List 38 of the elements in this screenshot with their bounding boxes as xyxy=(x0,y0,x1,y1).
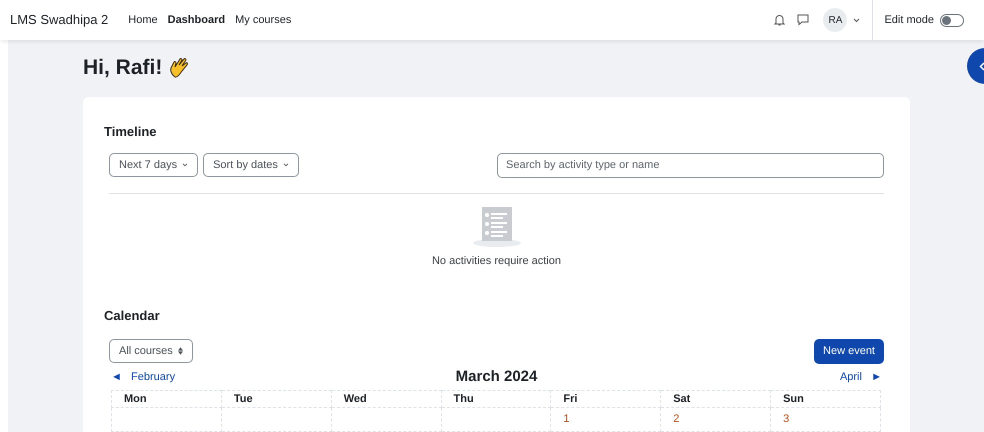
previous-month-link[interactable]: ◄ February xyxy=(111,369,456,386)
day-header: Sat xyxy=(673,392,690,404)
filter-dropdown[interactable]: Sort by dates xyxy=(203,153,299,177)
filter-dropdown[interactable]: Next 7 days xyxy=(109,153,198,177)
edit-mode-toggle[interactable] xyxy=(940,14,964,26)
day-number[interactable]: 3 xyxy=(783,413,790,425)
message-icon[interactable] xyxy=(797,14,810,26)
user-avatar[interactable]: RA xyxy=(823,8,848,32)
new-event-button[interactable]: New event xyxy=(814,338,884,364)
empty-message: No activities require action xyxy=(432,254,561,268)
sort-arrows-icon xyxy=(178,347,183,355)
day-number[interactable]: 2 xyxy=(673,413,680,425)
empty-list-icon xyxy=(472,206,522,246)
nav-link[interactable]: Home xyxy=(128,12,158,28)
day-header: Tue xyxy=(234,392,253,404)
course-filter-select[interactable]: All courses xyxy=(109,339,193,363)
nav-link[interactable]: Dashboard xyxy=(168,12,226,28)
month-title: March 2024 xyxy=(456,367,538,388)
day-header: Fri xyxy=(563,392,578,404)
chevron-down-icon xyxy=(182,163,188,167)
chevron-down-icon xyxy=(282,163,289,167)
next-month-link[interactable]: April ► xyxy=(537,369,882,386)
section-heading: Timeline xyxy=(104,123,158,141)
nav-link[interactable]: My courses xyxy=(235,12,292,28)
search-field[interactable]: Search by activity type or name xyxy=(497,152,884,178)
day-header: Sun xyxy=(783,392,804,404)
chevron-left-icon xyxy=(979,62,984,70)
section-heading: Calendar xyxy=(104,307,161,325)
day-number[interactable]: 1 xyxy=(563,413,570,425)
day-header: Mon xyxy=(124,392,147,404)
chevron-down-icon[interactable] xyxy=(853,18,860,22)
notification-bell-icon[interactable] xyxy=(774,14,786,26)
edit-mode-label: Edit mode xyxy=(884,12,934,28)
day-header: Wed xyxy=(344,392,367,404)
day-header: Thu xyxy=(454,392,474,404)
site-name[interactable]: LMS Swadhipa 2 xyxy=(10,10,108,30)
greeting-heading: Hi, Rafi! xyxy=(83,55,162,82)
search-input[interactable]: Search by activity type or name xyxy=(506,156,875,174)
